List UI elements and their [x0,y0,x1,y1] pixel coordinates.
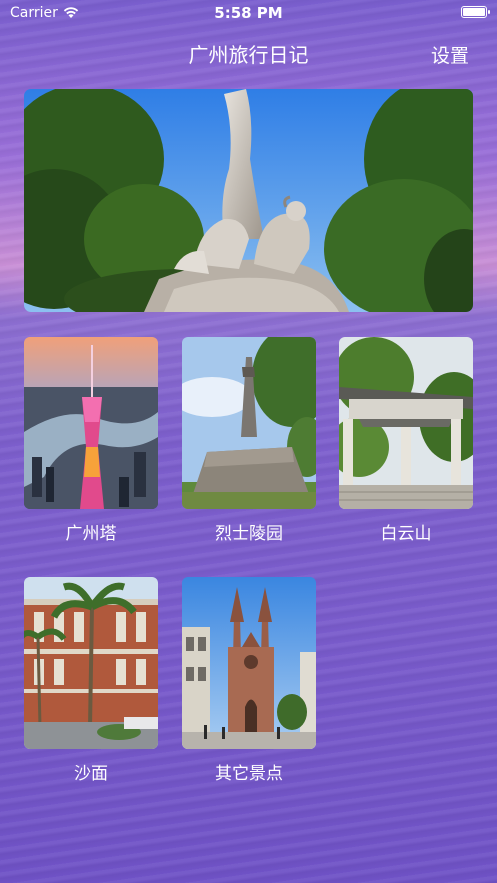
settings-button[interactable]: 设置 [431,41,469,68]
clock-time: 5:58 PM [214,4,283,22]
sacred-heart-cathedral-photo [182,577,316,749]
martyrs-cemetery-photo [182,337,316,509]
hero-image-five-rams[interactable] [24,89,473,312]
spot-label-baiyun-mountain: 白云山 [380,524,432,544]
five-rams-statue-photo [24,89,473,312]
spot-tile-baiyun-mountain[interactable] [339,337,473,509]
page-title: 广州旅行日记 [188,43,309,67]
spot-label-canton-tower: 广州塔 [65,524,117,544]
status-bar: Carrier 5:58 PM [0,0,497,26]
baiyun-mountain-photo [339,337,473,509]
battery-icon [461,6,490,18]
spot-tile-shamian[interactable] [24,577,158,749]
spot-tile-canton-tower[interactable] [24,337,158,509]
canton-tower-photo [24,337,158,509]
spot-label-other-attractions: 其它景点 [215,764,283,784]
spot-label-shamian: 沙面 [74,764,108,784]
spot-label-martyrs-cemetery: 烈士陵园 [215,524,283,544]
spot-tile-martyrs-cemetery[interactable] [182,337,316,509]
spot-tile-other-attractions[interactable] [182,577,316,749]
shamian-photo [24,577,158,749]
